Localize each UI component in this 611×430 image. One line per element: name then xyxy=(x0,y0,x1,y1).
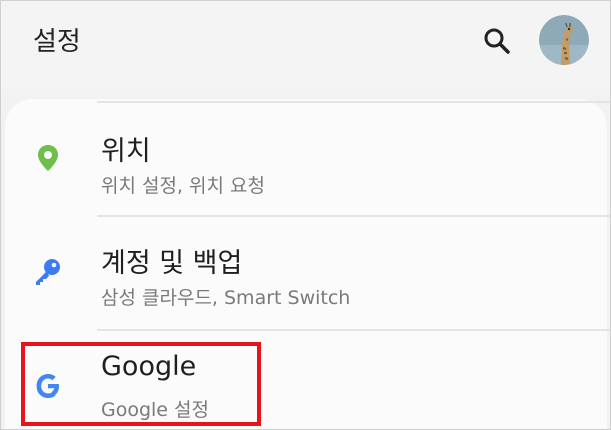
settings-item-accounts-backup[interactable]: 계정 및 백업 삼성 클라우드, Smart Switch xyxy=(5,217,607,329)
settings-item-label: 위치 xyxy=(101,136,151,167)
key-icon xyxy=(36,259,60,285)
avatar[interactable] xyxy=(539,15,589,65)
settings-item-subtitle: 위치 설정, 위치 요청 xyxy=(101,175,265,197)
search-icon[interactable] xyxy=(483,27,511,55)
settings-item-label: 계정 및 백업 xyxy=(101,248,243,279)
location-pin-icon xyxy=(38,145,58,171)
settings-item-location[interactable]: 위치 위치 설정, 위치 요청 xyxy=(5,103,607,215)
settings-screen: 설정 위치 위치 설정, 위치 요청 계정 및 백업 삼성 클라우드, Smar… xyxy=(0,0,611,430)
page-title: 설정 xyxy=(33,27,81,57)
app-header: 설정 xyxy=(1,1,610,89)
settings-item-subtitle: 삼성 클라우드, Smart Switch xyxy=(101,287,351,309)
highlight-box xyxy=(21,342,261,426)
